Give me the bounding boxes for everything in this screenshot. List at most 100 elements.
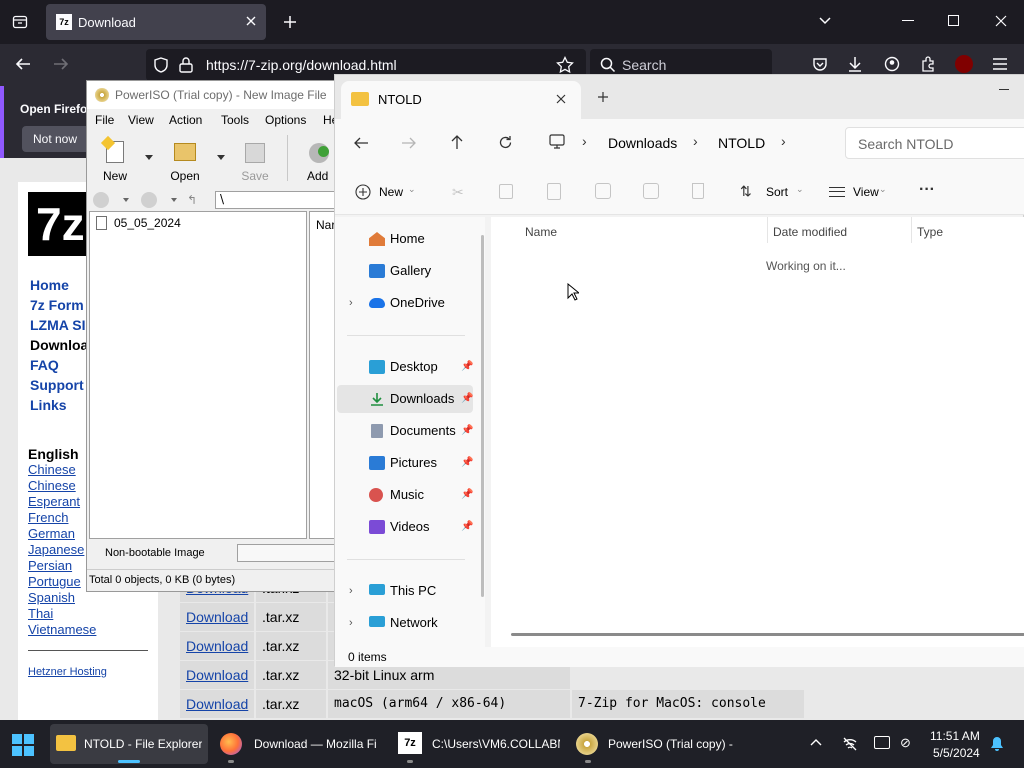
explorer-search-input[interactable]: Search NTOLD xyxy=(845,127,1024,159)
copy-icon[interactable] xyxy=(499,184,513,199)
new-item-button[interactable]: New ⌄ xyxy=(353,181,425,205)
up-folder-icon[interactable]: ↰ xyxy=(187,193,199,207)
tab-list-icon[interactable] xyxy=(12,14,28,30)
lock-icon[interactable] xyxy=(178,56,194,74)
new-tab-icon[interactable] xyxy=(282,14,298,30)
bookmark-star-icon[interactable] xyxy=(556,56,574,74)
list-all-tabs-chevron-icon[interactable] xyxy=(818,16,832,26)
open-dropdown-icon[interactable] xyxy=(217,155,225,160)
explorer-back-icon[interactable] xyxy=(353,136,369,150)
download-link[interactable]: Download xyxy=(180,690,256,718)
app-menu-hamburger-icon[interactable] xyxy=(992,57,1008,71)
column-type[interactable]: Type xyxy=(917,225,943,239)
browser-tab-download[interactable]: 7z Download xyxy=(46,4,266,40)
expand-chevron-icon[interactable]: › xyxy=(349,577,353,605)
expand-chevron-icon[interactable]: › xyxy=(349,609,353,637)
nav-music[interactable]: Music 📌 xyxy=(337,481,473,509)
account-icon[interactable] xyxy=(884,56,900,72)
nav-this-pc[interactable]: › This PC xyxy=(337,577,473,605)
show-hidden-icons-chevron-icon[interactable] xyxy=(810,738,822,746)
add-button[interactable]: Add xyxy=(299,137,339,183)
lang-thai[interactable]: Thai xyxy=(28,606,156,622)
breadcrumb-separator-icon[interactable]: › xyxy=(582,133,587,149)
save-button[interactable]: Save xyxy=(233,137,277,183)
nav-downloads[interactable]: Downloads 📌 xyxy=(337,385,473,413)
tab-close-icon[interactable] xyxy=(244,14,258,28)
new-dropdown-icon[interactable] xyxy=(145,155,153,160)
start-windows-icon[interactable] xyxy=(12,734,34,756)
explorer-refresh-icon[interactable] xyxy=(498,135,513,150)
nav-gallery[interactable]: Gallery xyxy=(337,257,473,285)
explorer-up-icon[interactable] xyxy=(450,134,464,150)
column-name[interactable]: Name xyxy=(525,225,557,239)
new-button[interactable]: New xyxy=(93,135,137,183)
tracking-shield-icon[interactable] xyxy=(152,56,170,74)
taskbar-poweriso[interactable]: PowerISO (Trial copy) - xyxy=(570,724,740,764)
forward-arrow-icon[interactable] xyxy=(141,192,157,208)
forward-icon[interactable] xyxy=(52,56,70,72)
column-date-modified[interactable]: Date modified xyxy=(773,225,847,239)
explorer-minimize-icon[interactable] xyxy=(999,89,1009,90)
nav-videos[interactable]: Videos 📌 xyxy=(337,513,473,541)
back-arrow-icon[interactable] xyxy=(93,192,109,208)
horizontal-scrollbar[interactable] xyxy=(511,633,1024,636)
breadcrumb-separator-icon[interactable]: › xyxy=(693,133,698,149)
download-link[interactable]: Download xyxy=(180,661,256,689)
download-link[interactable]: Download xyxy=(180,603,256,631)
not-now-button[interactable]: Not now xyxy=(22,126,92,152)
menu-action[interactable]: Action xyxy=(169,113,202,129)
clock-time[interactable]: 11:51 AM xyxy=(930,729,980,743)
lang-vietnamese[interactable]: Vietnamese xyxy=(28,622,156,638)
back-icon[interactable] xyxy=(14,56,32,72)
downloads-icon[interactable] xyxy=(847,55,863,73)
menu-view[interactable]: View xyxy=(128,113,154,129)
nav-scrollbar[interactable] xyxy=(481,235,484,597)
open-button[interactable]: Open xyxy=(163,137,207,183)
taskbar-firefox[interactable]: Download — Mozilla Fi xyxy=(214,724,386,764)
explorer-tab-ntold[interactable]: NTOLD xyxy=(341,81,581,119)
menu-file[interactable]: File xyxy=(95,113,114,129)
download-link[interactable]: Download xyxy=(180,632,256,660)
more-options-icon[interactable]: ··· xyxy=(919,181,935,199)
delete-trash-icon[interactable] xyxy=(692,183,704,199)
breadcrumb-ntold[interactable]: NTOLD xyxy=(718,135,765,151)
close-window-icon[interactable] xyxy=(994,14,1008,28)
menu-options[interactable]: Options xyxy=(265,113,306,129)
taskbar-file-explorer[interactable]: NTOLD - File Explorer xyxy=(50,724,208,764)
explorer-forward-icon[interactable] xyxy=(401,136,417,150)
minimize-icon[interactable] xyxy=(902,20,914,21)
extensions-icon[interactable] xyxy=(920,55,937,72)
display-icon[interactable] xyxy=(874,736,890,749)
nav-documents[interactable]: Documents 📌 xyxy=(337,417,473,445)
tree-item[interactable]: 05_05_2024 xyxy=(94,215,294,231)
explorer-new-tab-icon[interactable] xyxy=(597,91,609,103)
volume-icon[interactable]: ⊘ xyxy=(900,735,911,751)
network-disconnected-icon[interactable] xyxy=(842,736,858,752)
share-icon[interactable] xyxy=(643,183,659,199)
pocket-icon[interactable] xyxy=(812,56,828,72)
view-button[interactable]: View ⌄ xyxy=(829,181,893,205)
path-input[interactable]: \ xyxy=(215,191,339,209)
rename-icon[interactable] xyxy=(595,183,611,199)
this-pc-monitor-icon[interactable] xyxy=(549,134,565,149)
nav-onedrive[interactable]: › OneDrive xyxy=(337,289,473,317)
cut-icon[interactable]: ✂ xyxy=(452,184,464,201)
hetzner-hosting-link[interactable]: Hetzner Hosting xyxy=(28,666,107,678)
lang-spanish[interactable]: Spanish xyxy=(28,590,156,606)
nav-pictures[interactable]: Pictures 📌 xyxy=(337,449,473,477)
clock-date[interactable]: 5/5/2024 xyxy=(933,746,980,760)
expand-chevron-icon[interactable]: › xyxy=(349,289,353,317)
column-divider[interactable] xyxy=(767,217,768,243)
back-history-dropdown-icon[interactable] xyxy=(123,198,129,202)
ublock-origin-icon[interactable] xyxy=(955,55,973,73)
paste-icon[interactable] xyxy=(547,183,561,200)
sort-button[interactable]: ⇅ Sort ⌄ xyxy=(740,181,804,205)
notification-bell-icon[interactable] xyxy=(990,736,1004,752)
forward-history-dropdown-icon[interactable] xyxy=(171,198,177,202)
column-divider[interactable] xyxy=(911,217,912,243)
nav-network[interactable]: › Network xyxy=(337,609,473,637)
menu-tools[interactable]: Tools xyxy=(221,113,249,129)
breadcrumb-separator-icon[interactable]: › xyxy=(781,133,786,149)
list-header-name[interactable]: Nar xyxy=(316,218,335,232)
breadcrumb-downloads[interactable]: Downloads xyxy=(608,135,677,151)
